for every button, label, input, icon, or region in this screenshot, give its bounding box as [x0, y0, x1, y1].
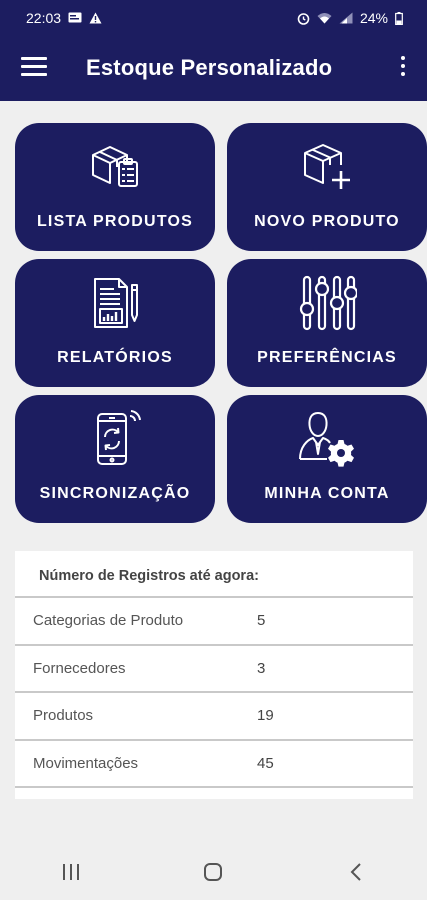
status-bar: 22:03 24% [0, 0, 427, 36]
system-nav-bar [0, 843, 427, 900]
phone-sync-icon [97, 410, 141, 465]
status-time: 22:03 [26, 10, 62, 26]
signal-icon [339, 12, 353, 24]
box-add-icon [304, 144, 350, 189]
box-list-icon [92, 146, 138, 187]
home-icon [204, 862, 223, 881]
table-row: Fornecedores 3 [15, 646, 413, 693]
alarm-icon [297, 12, 310, 25]
sincronizacao-button[interactable]: SINCRONIZAÇÃO [15, 395, 215, 523]
row-label: Produtos [33, 707, 94, 725]
tile-label: PREFERÊNCIAS [257, 349, 397, 366]
table-row: Produtos 19 [15, 693, 413, 741]
lista-produtos-button[interactable]: LISTA PRODUTOS [15, 123, 215, 251]
message-notification-icon [68, 12, 82, 23]
back-button[interactable] [336, 852, 376, 892]
row-value: 3 [257, 659, 266, 677]
sliders-icon [299, 275, 357, 331]
back-icon [350, 862, 361, 881]
warning-notification-icon [89, 12, 102, 24]
hamburger-menu-icon[interactable] [21, 57, 47, 79]
user-gear-icon [299, 412, 354, 467]
tile-label: RELATÓRIOS [57, 349, 173, 366]
relatorios-button[interactable]: RELATÓRIOS [15, 259, 215, 387]
battery-icon [395, 11, 403, 25]
table-row: Categorias de Produto 5 [15, 598, 413, 646]
tile-label: SINCRONIZAÇÃO [39, 485, 191, 502]
row-label: Categorias de Produto [33, 612, 184, 630]
app-bar: Estoque Personalizado [0, 36, 427, 101]
row-label: Fornecedores [33, 659, 126, 677]
tile-label: MINHA CONTA [264, 485, 390, 502]
recent-apps-button[interactable] [51, 852, 91, 892]
card-header: Número de Registros até agora: [15, 551, 413, 598]
status-right: 24% [297, 10, 403, 26]
row-value: 19 [257, 707, 274, 725]
tile-label: LISTA PRODUTOS [36, 213, 194, 230]
tile-label: NOVO PRODUTO [254, 213, 400, 230]
battery-percent: 24% [359, 10, 388, 26]
preferencias-button[interactable]: PREFERÊNCIAS [227, 259, 427, 387]
page-title: Estoque Personalizado [86, 55, 333, 80]
row-value: 5 [257, 612, 266, 630]
wifi-icon [317, 13, 332, 24]
more-vertical-icon[interactable] [397, 56, 409, 82]
recent-apps-icon [63, 863, 80, 880]
home-button[interactable] [193, 852, 233, 892]
table-row: Movimentações 45 [15, 741, 413, 788]
status-left: 22:03 [26, 10, 102, 26]
row-value: 45 [257, 754, 274, 772]
report-icon [94, 278, 138, 328]
minha-conta-button[interactable]: MINHA CONTA [227, 395, 427, 523]
records-summary-card: Número de Registros até agora: Categoria… [15, 551, 413, 799]
row-label: Movimentações [33, 754, 139, 772]
novo-produto-button[interactable]: NOVO PRODUTO [227, 123, 427, 251]
